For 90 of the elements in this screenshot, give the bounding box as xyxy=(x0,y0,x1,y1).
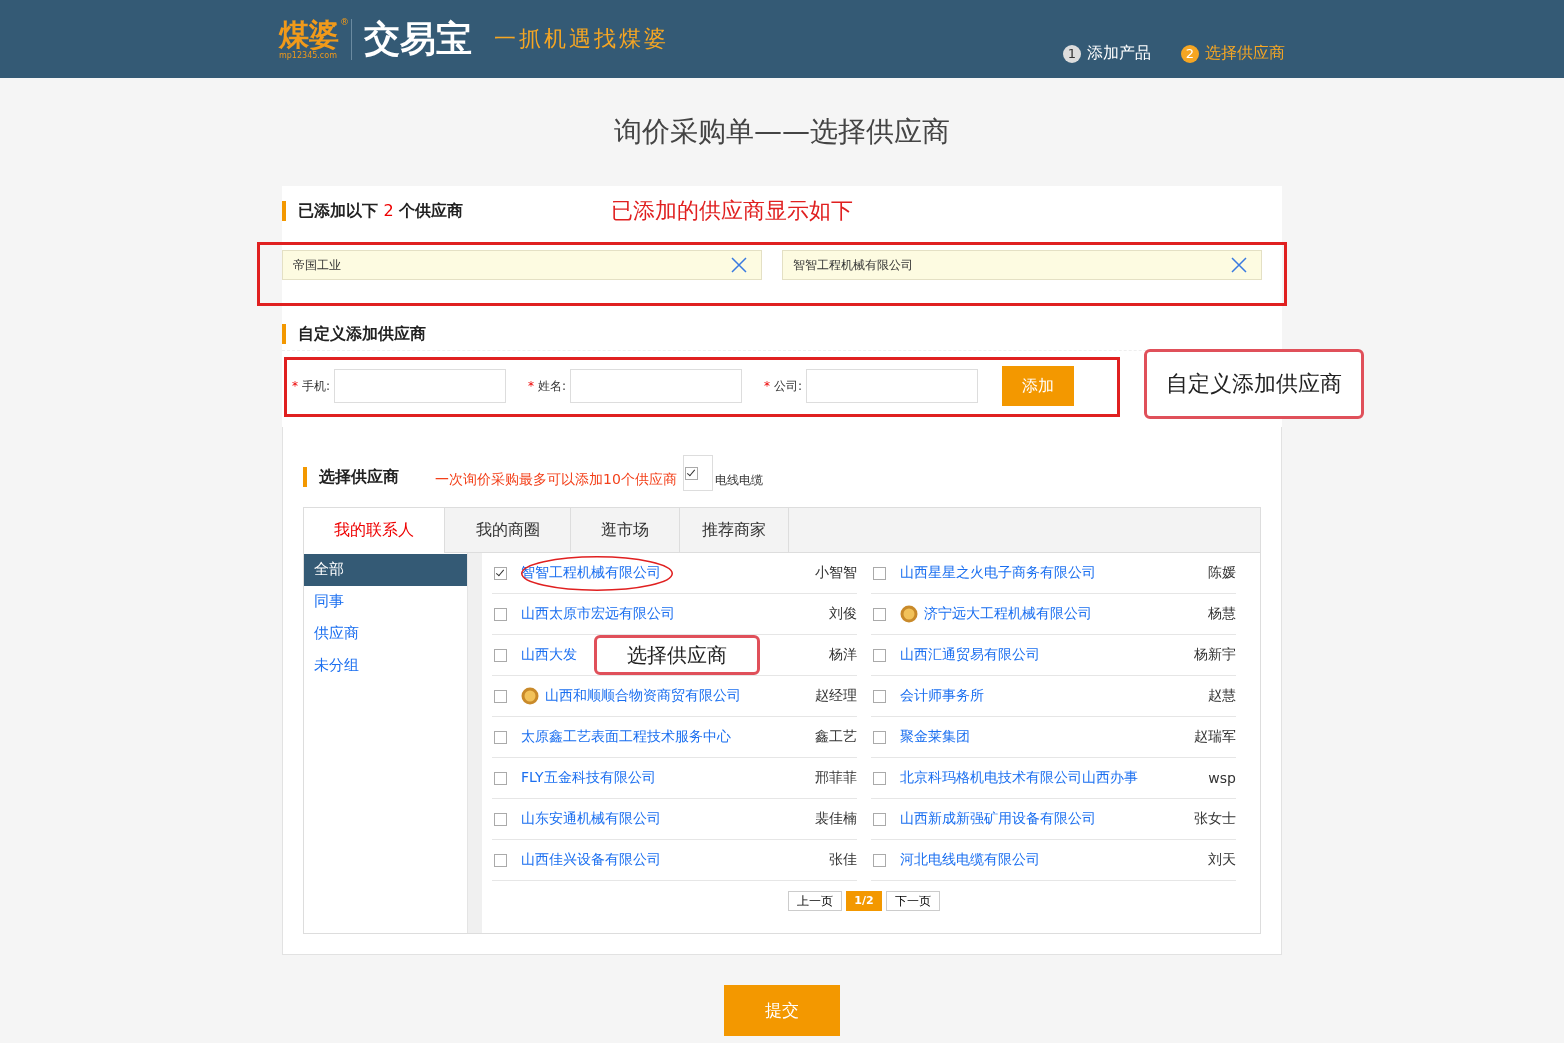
checkbox[interactable] xyxy=(873,812,886,826)
supplier-link[interactable]: 山西星星之火电子商务有限公司 xyxy=(900,564,1096,582)
brand-name: 交易宝 xyxy=(364,16,472,61)
checkbox[interactable] xyxy=(494,607,507,621)
group-item[interactable]: 供应商 xyxy=(304,618,467,650)
step-number: 1 xyxy=(1063,44,1081,63)
checkbox[interactable] xyxy=(494,853,507,867)
checkbox[interactable] xyxy=(685,466,699,480)
registered-mark: ® xyxy=(340,16,349,27)
page-title: 询价采购单——选择供应商 xyxy=(613,114,951,150)
supplier-link[interactable]: 山西新成新强矿用设备有限公司 xyxy=(900,810,1096,828)
tab[interactable]: 逛市场 xyxy=(571,508,680,553)
contact-name: 小智智 xyxy=(815,564,857,582)
contact-name: wsp xyxy=(1208,770,1236,786)
checkbox[interactable] xyxy=(494,648,507,662)
supplier-link[interactable]: 河北电线电缆有限公司 xyxy=(900,851,1040,869)
tab[interactable]: 推荐商家 xyxy=(680,508,789,553)
contact-name: 张女士 xyxy=(1194,810,1236,828)
field-label: 手机: xyxy=(302,377,331,395)
contact-name: 赵瑞军 xyxy=(1194,728,1236,746)
step-label: 添加产品 xyxy=(1087,43,1151,64)
contact-name: 刘俊 xyxy=(829,605,857,623)
group-item[interactable]: 全部 xyxy=(304,554,467,586)
supplier-link[interactable]: 太原鑫工艺表面工程技术服务中心 xyxy=(521,728,731,746)
checkbox[interactable] xyxy=(873,730,886,744)
contact-name: 杨洋 xyxy=(829,646,857,664)
chip-label: 智智工程机械有限公司 xyxy=(793,256,913,274)
field-label: 公司: xyxy=(774,377,803,395)
supplier-link[interactable]: FLY五金科技有限公司 xyxy=(521,769,656,787)
slogan: 一抓机遇找煤婆 xyxy=(494,25,669,53)
annotation-text: 已添加的供应商显示如下 xyxy=(611,197,854,225)
limit-note: 一次询价采购最多可以添加10个供应商 xyxy=(435,471,677,489)
contact-name: 刘天 xyxy=(1208,851,1236,869)
supplier-link[interactable]: 山西太原市宏远有限公司 xyxy=(521,605,675,623)
supplier-link[interactable]: 聚金莱集团 xyxy=(900,728,970,746)
checkbox[interactable] xyxy=(494,689,507,703)
checkbox[interactable] xyxy=(873,689,886,703)
input-field[interactable] xyxy=(334,369,507,403)
checkbox[interactable] xyxy=(494,730,507,744)
required-mark: * xyxy=(528,379,535,393)
next-page-button[interactable]: 下一页 xyxy=(885,891,940,911)
supplier-link[interactable]: 山西佳兴设备有限公司 xyxy=(521,851,661,869)
annotation-callout: 选择供应商 xyxy=(594,635,760,675)
contact-name: 陈媛 xyxy=(1208,564,1236,582)
input-field[interactable] xyxy=(806,369,979,403)
checkbox[interactable] xyxy=(873,853,886,867)
contact-name: 邢菲菲 xyxy=(815,769,857,787)
tab[interactable]: 我的联系人 xyxy=(304,508,445,553)
page-indicator: 1/2 xyxy=(846,891,882,911)
annotation-callout: 自定义添加供应商 xyxy=(1144,349,1364,419)
section-heading: 已添加以下 2 个供应商 xyxy=(282,201,464,221)
scroll-bar[interactable] xyxy=(467,553,482,933)
required-mark: * xyxy=(764,379,771,393)
required-mark: * xyxy=(292,379,298,393)
logo-mark: 煤婆 xyxy=(279,18,339,51)
step-number: 2 xyxy=(1181,44,1199,63)
group-item[interactable]: 未分组 xyxy=(304,650,467,682)
contact-name: 鑫工艺 xyxy=(815,728,857,746)
close-icon[interactable] xyxy=(731,257,747,273)
contact-name: 赵经理 xyxy=(815,687,857,705)
contact-name: 裴佳楠 xyxy=(815,810,857,828)
contact-name: 张佳 xyxy=(829,851,857,869)
input-field[interactable] xyxy=(570,369,743,403)
supplier-link[interactable]: 北京科玛格机电技术有限公司山西办事 xyxy=(900,769,1138,787)
contact-name: 赵慧 xyxy=(1208,687,1236,705)
supplier-link[interactable]: 济宁远大工程机械有限公司 xyxy=(924,605,1092,623)
supplier-link[interactable]: 山东安通机械有限公司 xyxy=(521,810,661,828)
chip-label: 帝国工业 xyxy=(293,256,341,274)
section-heading: 选择供应商 xyxy=(303,467,399,487)
checkbox[interactable] xyxy=(494,771,507,785)
checkbox[interactable] xyxy=(873,648,886,662)
supplier-link[interactable]: 山西和顺顺合物资商贸有限公司 xyxy=(545,687,741,705)
checkbox[interactable] xyxy=(873,607,886,621)
step-label: 选择供应商 xyxy=(1205,43,1285,64)
section-heading: 自定义添加供应商 xyxy=(282,324,426,344)
logo-site: mp12345.com xyxy=(279,50,337,60)
supplier-link[interactable]: 山西汇通贸易有限公司 xyxy=(900,646,1040,664)
checkbox[interactable] xyxy=(494,566,507,580)
supplier-link[interactable]: 山西大发 xyxy=(521,646,577,664)
supplier-link[interactable]: 会计师事务所 xyxy=(900,687,984,705)
contact-name: 杨慧 xyxy=(1208,605,1236,623)
group-item[interactable]: 同事 xyxy=(304,586,467,618)
prev-page-button[interactable]: 上一页 xyxy=(788,891,843,911)
contact-name: 杨新宇 xyxy=(1194,646,1236,664)
checkbox[interactable] xyxy=(494,812,507,826)
field-label: 姓名: xyxy=(538,377,567,395)
close-icon[interactable] xyxy=(1231,257,1247,273)
checkbox[interactable] xyxy=(873,566,886,580)
checkbox[interactable] xyxy=(873,771,886,785)
checkbox-label: 电线电缆 xyxy=(714,471,763,489)
